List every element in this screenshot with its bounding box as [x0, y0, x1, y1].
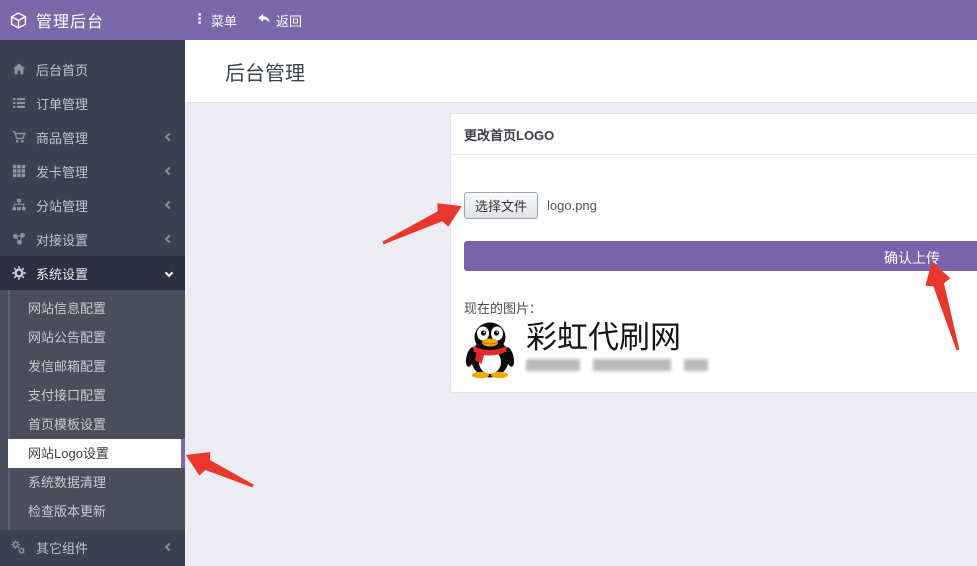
back-button-label: 返回: [276, 11, 302, 30]
sidebar-item-dashboard[interactable]: 后台首页: [0, 52, 185, 86]
submenu-item-site-notice[interactable]: 网站公告配置: [0, 323, 185, 352]
page-header: 后台管理: [185, 40, 977, 103]
cart-icon: [10, 130, 27, 144]
logo-settings-card: 更改首页LOGO 选择文件 logo.png 确认上传 现在的图片：: [450, 113, 977, 393]
sidebar-item-cards[interactable]: 发卡管理: [0, 154, 185, 188]
content-area: 更改首页LOGO 选择文件 logo.png 确认上传 现在的图片：: [185, 103, 977, 566]
menu-toggle-label: 菜单: [211, 11, 237, 30]
system-settings-submenu: 网站信息配置 网站公告配置 发信邮箱配置 支付接口配置 首页模板设置 网站Log…: [0, 290, 185, 530]
selected-file-name: logo.png: [547, 198, 597, 213]
submenu-item-version-check[interactable]: 检查版本更新: [0, 497, 185, 526]
file-input-row: 选择文件 logo.png: [464, 192, 977, 219]
sitemap-icon: [10, 198, 27, 212]
card-title: 更改首页LOGO: [451, 114, 977, 155]
current-logo-text: 彩虹代刷网: [526, 322, 708, 355]
grid-icon: [10, 164, 27, 178]
submenu-item-site-info[interactable]: 网站信息配置: [0, 294, 185, 323]
top-header: 管理后台 菜单 返回: [0, 0, 977, 40]
app-brand: 管理后台: [0, 8, 185, 32]
chevron-down-icon: [165, 269, 173, 277]
chevron-left-icon: [165, 543, 173, 551]
top-nav: 菜单 返回: [193, 11, 302, 30]
sidebar-item-orders[interactable]: 订单管理: [0, 86, 185, 120]
current-image-label: 现在的图片：: [464, 298, 977, 317]
qq-penguin-logo-icon: [464, 320, 516, 378]
blurred-subtext: [526, 359, 708, 371]
submenu-item-sender-email[interactable]: 发信邮箱配置: [0, 352, 185, 381]
back-arrow-icon: [257, 12, 271, 29]
submenu-item-home-template[interactable]: 首页模板设置: [0, 410, 185, 439]
app-title: 管理后台: [36, 8, 104, 32]
submenu-item-data-cleanup[interactable]: 系统数据清理: [0, 468, 185, 497]
blurred-text-block: [593, 359, 671, 371]
nodes-icon: [10, 232, 27, 246]
menu-toggle-button[interactable]: 菜单: [193, 11, 237, 30]
chevron-left-icon: [165, 201, 173, 209]
sidebar: 后台首页 订单管理 商品管理 发卡管理 分站管理: [0, 40, 185, 566]
blurred-text-block: [684, 359, 708, 371]
sidebar-item-products[interactable]: 商品管理: [0, 120, 185, 154]
submenu-item-site-logo[interactable]: 网站Logo设置: [8, 439, 185, 468]
sidebar-item-other-components[interactable]: 其它组件: [0, 530, 185, 564]
home-icon: [10, 62, 27, 76]
chevron-left-icon: [165, 133, 173, 141]
blurred-text-block: [526, 359, 580, 371]
confirm-upload-label: 确认上传: [884, 248, 940, 268]
page-title: 后台管理: [225, 57, 305, 86]
sidebar-item-integration[interactable]: 对接设置: [0, 222, 185, 256]
confirm-upload-button[interactable]: 确认上传: [464, 241, 977, 271]
main-area: 后台管理 更改首页LOGO 选择文件 logo.png 确认上传 现在的图片：: [185, 40, 977, 566]
current-logo-preview: 彩虹代刷网: [464, 320, 977, 378]
choose-file-button[interactable]: 选择文件: [464, 192, 538, 219]
cube-logo-icon: [10, 12, 27, 29]
cogs-icon: [10, 540, 27, 555]
gear-icon: [10, 266, 27, 280]
back-button[interactable]: 返回: [257, 11, 302, 30]
list-icon: [10, 96, 27, 110]
chevron-left-icon: [165, 235, 173, 243]
menu-dots-icon: [193, 12, 206, 28]
chevron-left-icon: [165, 167, 173, 175]
sidebar-item-substations[interactable]: 分站管理: [0, 188, 185, 222]
submenu-item-payment-api[interactable]: 支付接口配置: [0, 381, 185, 410]
sidebar-item-system-settings[interactable]: 系统设置: [0, 256, 185, 290]
